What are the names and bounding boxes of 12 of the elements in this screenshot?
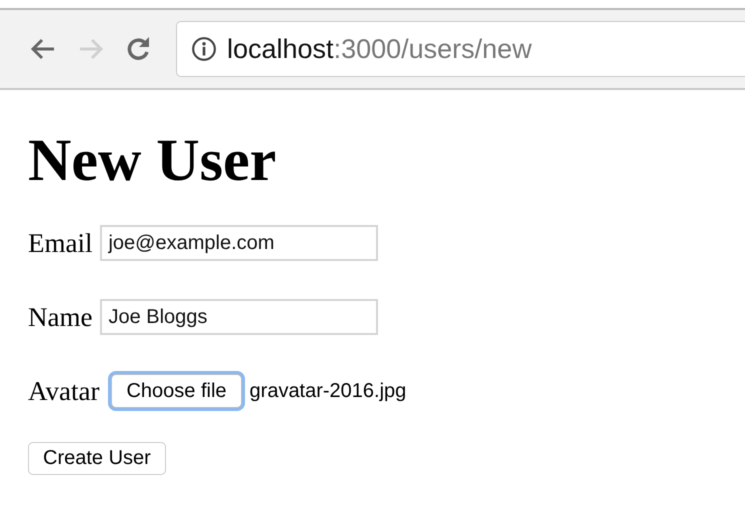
file-name: gravatar-2016.jpg bbox=[250, 380, 406, 402]
field-label: Email bbox=[28, 228, 92, 258]
address-bar[interactable]: localhost:3000/users/new bbox=[176, 21, 745, 77]
url-host: localhost bbox=[227, 34, 334, 64]
create-user-button[interactable]: Create User bbox=[28, 442, 166, 475]
field-label: Avatar bbox=[28, 376, 100, 406]
info-icon[interactable] bbox=[191, 36, 217, 62]
url-path: :3000/users/new bbox=[334, 34, 532, 64]
field-label: Name bbox=[28, 302, 92, 332]
input-field[interactable]: Joe Bloggs bbox=[100, 299, 378, 335]
choose-file-button[interactable]: Choose file bbox=[111, 374, 242, 408]
page-heading: New User bbox=[28, 130, 278, 190]
